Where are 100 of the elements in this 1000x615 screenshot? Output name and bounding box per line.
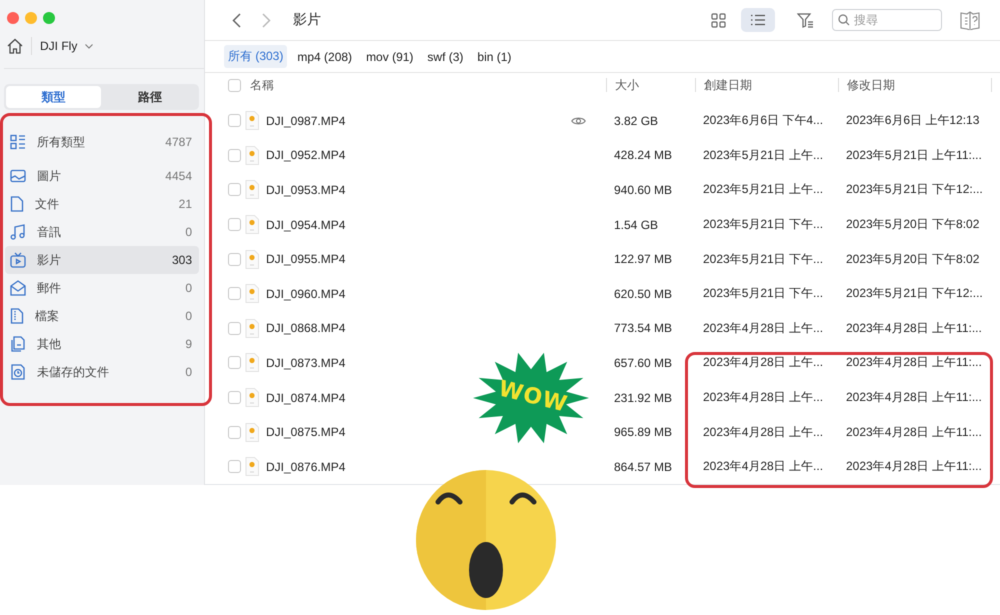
column-header[interactable]: 創建日期 [704, 78, 752, 92]
video-file-icon [245, 180, 259, 200]
location-label[interactable]: DJI Fly [40, 39, 78, 53]
sidebar-item[interactable]: 未儲存的文件 0 [5, 358, 199, 386]
sidebar-tab[interactable]: 路徑 [102, 86, 197, 108]
video-file-icon [245, 111, 259, 130]
category-label: 音訊 [37, 224, 62, 240]
date-cell-text: 2023年4月28日 上午11:... [845, 389, 983, 406]
category-count: 0 [185, 225, 192, 239]
category-count: 4454 [165, 169, 192, 183]
view-mode-button[interactable] [741, 8, 775, 32]
chevron-left-icon [232, 12, 241, 28]
sidebar-item[interactable]: 文件 21 [5, 190, 199, 218]
row-checkbox[interactable] [228, 391, 241, 404]
file-name: DJI_0952.MP4 [266, 148, 346, 162]
file-name: DJI_0987.MP4 [266, 114, 346, 128]
folder-title: 影片 [293, 11, 322, 30]
column-header[interactable]: 大小 [615, 78, 639, 92]
size-cell-text: 3.82 GB [613, 114, 660, 128]
category-count: 0 [185, 281, 192, 295]
category-label: 圖片 [37, 168, 62, 184]
date-cell-text: 2023年4月28日 上午... [702, 458, 824, 476]
image-icon [10, 168, 26, 184]
file-name: DJI_0876.MP4 [266, 460, 346, 474]
book-icon [960, 10, 980, 30]
date-cell-text: 2023年4月28日 上午... [702, 389, 824, 406]
date-cell-text: 2023年5月21日 下午... [702, 216, 824, 234]
document-icon [10, 196, 24, 212]
size-cell-text: 1.54 GB [613, 218, 660, 232]
forward-button[interactable] [262, 12, 271, 28]
size-cell-text: 428.24 MB [613, 148, 674, 162]
video-file-icon [245, 353, 259, 372]
date-cell-text: 2023年4月28日 上午11:... [845, 354, 983, 372]
search-field[interactable]: 搜尋 [832, 9, 942, 32]
video-file-icon [245, 215, 259, 234]
file-name: DJI_0873.MP4 [266, 356, 346, 370]
size-cell-text: 940.60 MB [613, 182, 674, 197]
sidebar-item[interactable]: 影片 303 [5, 246, 199, 274]
document-clock-icon [10, 364, 26, 380]
date-cell-text: 2023年4月28日 上午11:... [845, 458, 983, 476]
date-cell-text: 2023年5月21日 上午... [702, 181, 824, 198]
sidebar-item[interactable]: 音訊 0 [5, 218, 199, 246]
row-checkbox[interactable] [228, 322, 241, 335]
date-cell-text: 2023年4月28日 上午11:... [845, 424, 983, 441]
mail-icon [10, 280, 26, 296]
date-cell-text: 2023年6月6日 下午4... [702, 112, 824, 130]
archive-file-icon [10, 308, 24, 324]
search-icon [838, 14, 850, 26]
files-icon [10, 336, 26, 352]
column-header[interactable]: 名稱 [250, 78, 274, 92]
row-checkbox[interactable] [228, 460, 241, 474]
row-checkbox[interactable] [228, 426, 241, 439]
date-cell-text: 2023年5月21日 下午12:... [845, 181, 984, 198]
row-checkbox[interactable] [228, 183, 241, 196]
row-checkbox[interactable] [228, 218, 241, 232]
select-all-checkbox[interactable] [228, 78, 241, 92]
preview-button[interactable] [571, 116, 586, 126]
help-button[interactable] [960, 10, 980, 30]
date-cell-text: 2023年5月21日 下午... [702, 250, 824, 268]
size-cell-text: 620.50 MB [613, 286, 674, 301]
minimize-button[interactable] [25, 12, 37, 24]
category-label: 檔案 [35, 308, 60, 324]
date-cell-text: 2023年4月28日 上午... [702, 354, 824, 372]
home-icon [7, 38, 23, 54]
category-count: 0 [185, 309, 192, 323]
row-checkbox[interactable] [228, 114, 241, 128]
row-checkbox[interactable] [228, 252, 241, 266]
size-cell-text: 231.92 MB [613, 390, 674, 405]
back-button[interactable] [232, 12, 241, 28]
file-name: DJI_0955.MP4 [266, 252, 346, 266]
date-cell-text: 2023年5月20日 下午8:02 [845, 216, 980, 234]
sidebar-item[interactable]: 其他 9 [5, 330, 199, 358]
row-checkbox[interactable] [228, 287, 241, 300]
category-label: 其他 [37, 336, 62, 352]
filter-chip[interactable]: bin (1) [473, 46, 516, 67]
close-button[interactable] [7, 12, 19, 24]
file-name: DJI_0868.MP4 [266, 321, 346, 336]
grid-icon [710, 12, 726, 28]
row-checkbox[interactable] [228, 148, 241, 162]
zoom-button[interactable] [43, 12, 55, 24]
filter-chip[interactable]: mov (91) [362, 46, 418, 67]
filter-chip[interactable]: swf (3) [423, 46, 468, 67]
file-name: DJI_0953.MP4 [266, 182, 346, 197]
sidebar-item[interactable]: 檔案 0 [5, 302, 199, 330]
sidebar-item[interactable]: 圖片 4454 [5, 162, 199, 190]
category-label: 文件 [35, 196, 60, 212]
filter-chip[interactable]: 所有 (303) [224, 45, 288, 68]
sidebar-tab[interactable]: 類型 [6, 86, 100, 108]
filter-button[interactable] [797, 12, 814, 28]
sidebar-item[interactable]: 所有類型 4787 [5, 128, 199, 156]
category-grid-icon [10, 134, 26, 150]
column-header[interactable]: 修改日期 [847, 78, 895, 92]
video-icon [10, 252, 26, 268]
filter-chip[interactable]: mp4 (208) [293, 46, 356, 67]
file-name: DJI_0875.MP4 [266, 425, 346, 440]
size-cell-text: 965.89 MB [613, 425, 674, 440]
category-count: 9 [185, 337, 192, 351]
date-cell-text: 2023年4月28日 上午... [702, 320, 824, 337]
sidebar-item[interactable]: 郵件 0 [5, 274, 199, 302]
row-checkbox[interactable] [228, 356, 241, 370]
